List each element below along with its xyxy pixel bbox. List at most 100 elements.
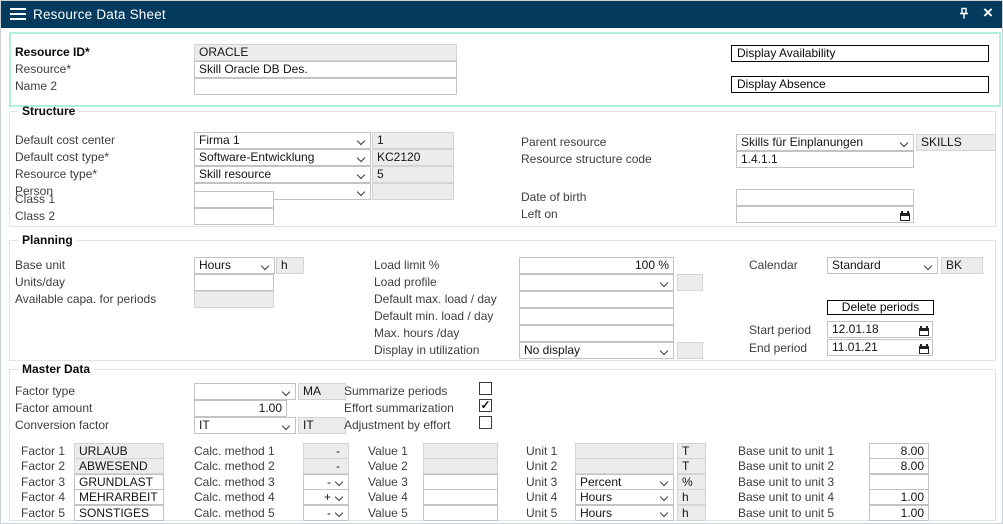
- base-unit-to-unit1-field[interactable]: 8.00: [869, 443, 929, 459]
- left-on-field[interactable]: [736, 206, 914, 223]
- chevron-down-icon: [924, 262, 932, 270]
- resource-id-field: ORACLE: [194, 44, 457, 61]
- value5-field[interactable]: [423, 505, 498, 521]
- parent-resource-code-field: SKILLS: [916, 134, 996, 151]
- class2-field[interactable]: [194, 208, 274, 225]
- chevron-down-icon: [357, 137, 365, 145]
- chevron-down-icon: [282, 422, 290, 430]
- resource-label: Resource*: [15, 63, 71, 76]
- end-period-field[interactable]: 11.01.21: [827, 339, 933, 356]
- default-min-load-field[interactable]: [519, 308, 674, 325]
- default-max-load-field[interactable]: [519, 291, 674, 308]
- resource-type-select[interactable]: Skill resource: [194, 166, 371, 183]
- header-section-highlight: [9, 32, 1001, 107]
- default-cost-center-code-field: 1: [372, 132, 454, 149]
- base-unit-to-unit5-label: Base unit to unit 5: [738, 507, 834, 520]
- load-limit-field[interactable]: 100 %: [519, 257, 674, 274]
- display-absence-button[interactable]: Display Absence: [731, 76, 989, 93]
- calendar-icon[interactable]: [919, 346, 929, 354]
- resource-data-sheet-window: Resource Data Sheet × Resource ID* Resou…: [0, 0, 1003, 524]
- delete-periods-button[interactable]: Delete periods: [827, 300, 934, 315]
- value1-label: Value 1: [368, 445, 408, 458]
- chevron-down-icon: [335, 493, 343, 501]
- pin-icon[interactable]: [956, 6, 972, 22]
- class1-field[interactable]: [194, 191, 274, 208]
- factor-type-select[interactable]: [194, 383, 296, 400]
- display-availability-button[interactable]: Display Availability: [731, 45, 989, 62]
- base-unit-to-unit3-field[interactable]: [869, 474, 929, 490]
- calc-method3-label: Calc. method 3: [194, 476, 275, 489]
- calendar-icon[interactable]: [900, 213, 910, 221]
- base-unit-select[interactable]: Hours: [194, 257, 275, 274]
- calc-method2-label: Calc. method 2: [194, 460, 275, 473]
- value2-field: [423, 458, 498, 474]
- value4-field[interactable]: [423, 489, 498, 505]
- menu-icon[interactable]: [10, 8, 26, 22]
- date-of-birth-field[interactable]: [736, 189, 914, 206]
- start-period-label: Start period: [749, 324, 811, 337]
- chevron-down-icon: [660, 509, 668, 517]
- summarize-periods-checkbox[interactable]: [479, 382, 492, 395]
- units-day-field[interactable]: [194, 274, 274, 291]
- unit3-label: Unit 3: [526, 476, 557, 489]
- calendar-icon[interactable]: [919, 328, 929, 336]
- factor2-field: ABWESEND: [74, 458, 164, 474]
- factor-amount-label: Factor amount: [15, 402, 92, 415]
- default-cost-type-select[interactable]: Software-Entwicklung: [194, 149, 371, 166]
- effort-summarization-checkbox[interactable]: ✓: [479, 399, 492, 412]
- base-unit-to-unit5-field[interactable]: 1.00: [869, 505, 929, 521]
- master-data-legend: Master Data: [18, 363, 94, 376]
- person-code-field: [372, 183, 454, 200]
- unit3-select[interactable]: Percent: [575, 474, 674, 490]
- factor2-label: Factor 2: [21, 460, 65, 473]
- base-unit-label: Base unit: [15, 259, 65, 272]
- base-unit-to-unit2-field[interactable]: 8.00: [869, 458, 929, 474]
- resource-structure-code-field[interactable]: 1.4.1.1: [736, 151, 914, 168]
- chevron-down-icon: [900, 139, 908, 147]
- start-period-field[interactable]: 12.01.18: [827, 321, 933, 338]
- adjustment-by-effort-checkbox[interactable]: [479, 416, 492, 429]
- calc-method4-select[interactable]: +: [303, 489, 349, 505]
- default-min-load-label: Default min. load / day: [374, 310, 493, 323]
- parent-resource-label: Parent resource: [521, 136, 606, 149]
- value3-label: Value 3: [368, 476, 408, 489]
- factor-amount-field[interactable]: 1.00: [194, 400, 287, 417]
- calendar-select[interactable]: Standard: [827, 257, 938, 274]
- chevron-down-icon: [660, 493, 668, 501]
- load-profile-select[interactable]: [519, 274, 674, 291]
- factor3-field[interactable]: GRUNDLAST: [74, 474, 164, 490]
- unit1-field: [575, 443, 674, 459]
- factor5-field[interactable]: SONSTIGES: [74, 505, 164, 521]
- base-unit-to-unit2-label: Base unit to unit 2: [738, 460, 834, 473]
- parent-resource-select[interactable]: Skills für Einplanungen: [736, 134, 914, 151]
- available-capa-label: Available capa. for periods: [15, 293, 156, 306]
- chevron-down-icon: [335, 478, 343, 486]
- value5-label: Value 5: [368, 507, 408, 520]
- max-hours-field[interactable]: [519, 325, 674, 342]
- calc-method4-label: Calc. method 4: [194, 491, 275, 504]
- factor1-field: URLAUB: [74, 443, 164, 459]
- unit5-select[interactable]: Hours: [575, 505, 674, 521]
- conversion-factor-select[interactable]: IT: [194, 417, 296, 434]
- name2-label: Name 2: [15, 80, 57, 93]
- unit4-select[interactable]: Hours: [575, 489, 674, 505]
- calendar-code-field: BK: [941, 257, 983, 274]
- display-in-utilization-select[interactable]: No display: [519, 342, 674, 359]
- base-unit-to-unit4-field[interactable]: 1.00: [869, 489, 929, 505]
- name2-field[interactable]: [194, 78, 457, 95]
- close-icon[interactable]: ×: [980, 3, 996, 23]
- resource-field[interactable]: Skill Oracle DB Des.: [194, 61, 457, 78]
- unit2-label: Unit 2: [526, 460, 557, 473]
- value3-field[interactable]: [423, 474, 498, 490]
- class1-label: Class 1: [15, 193, 55, 206]
- factor4-field[interactable]: MEHRARBEIT: [74, 489, 164, 505]
- planning-legend: Planning: [18, 234, 77, 247]
- available-capa-field: [194, 291, 274, 308]
- chevron-down-icon: [660, 279, 668, 287]
- default-cost-center-select[interactable]: Firma 1: [194, 132, 371, 149]
- unit1-code-field: T: [677, 443, 706, 459]
- calc-method3-select[interactable]: -: [303, 474, 349, 490]
- calc-method5-select[interactable]: -: [303, 505, 349, 521]
- default-cost-type-code-field: KC2120: [372, 149, 454, 166]
- unit1-label: Unit 1: [526, 445, 557, 458]
